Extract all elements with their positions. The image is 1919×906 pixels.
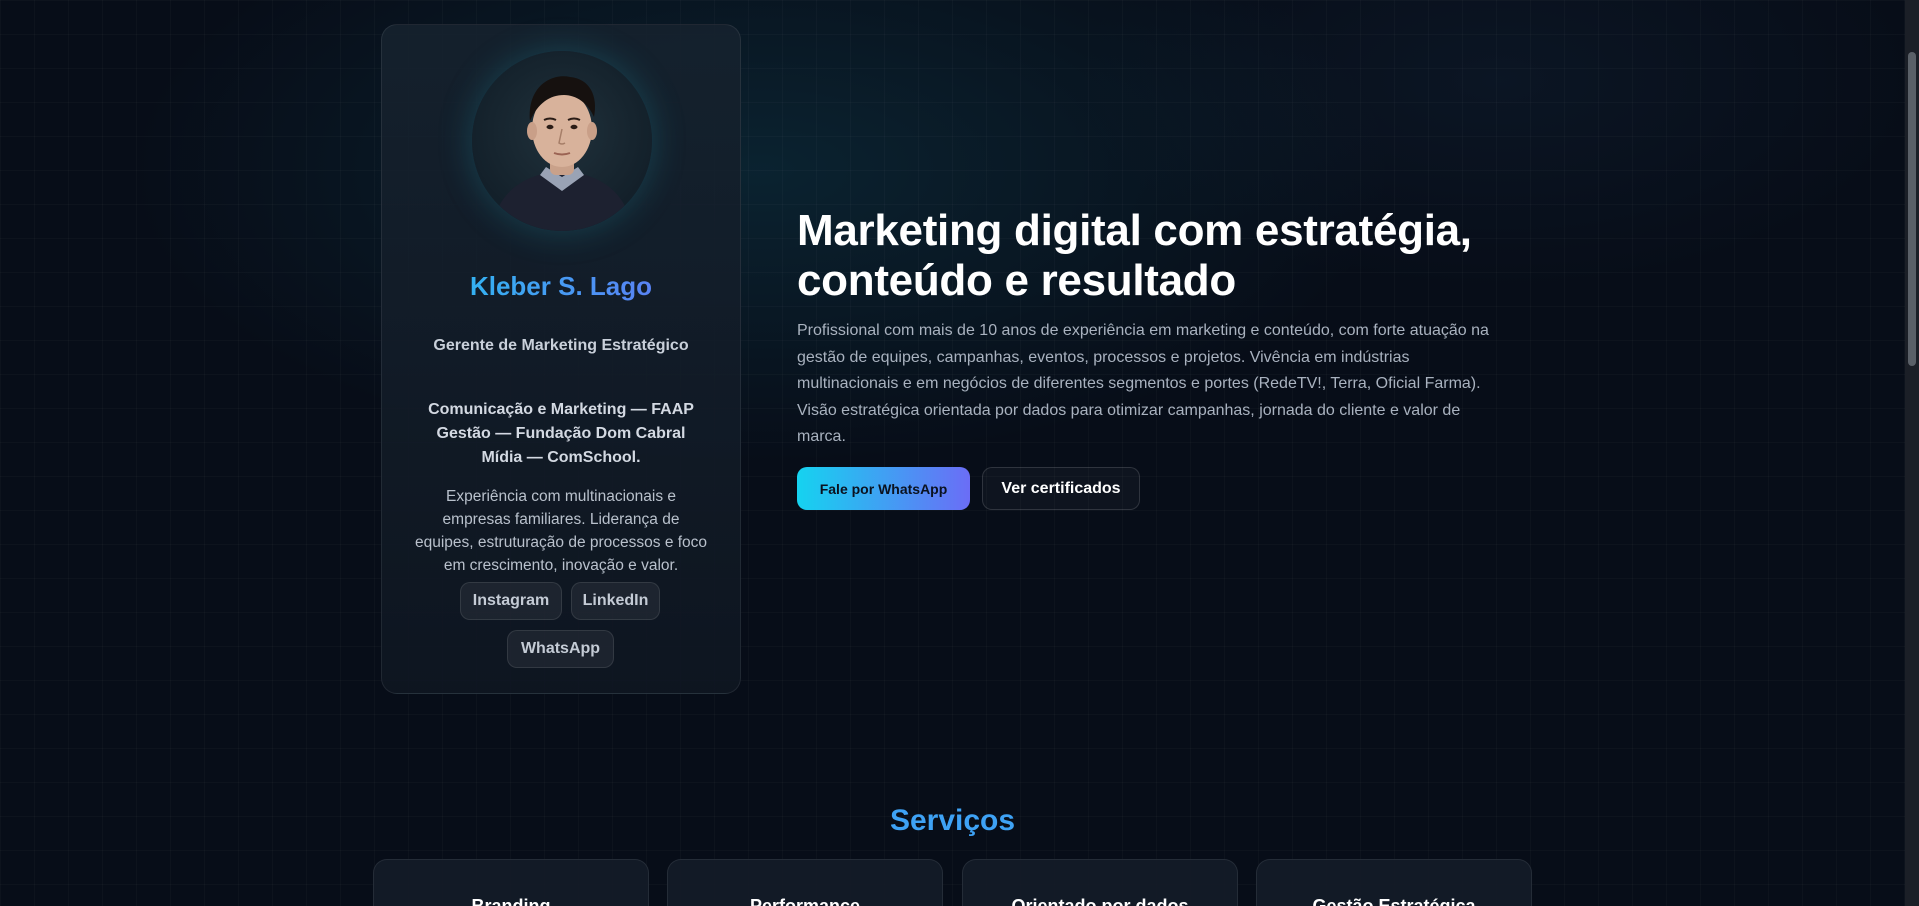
service-card-title: Gestão Estratégica: [1312, 896, 1476, 906]
vertical-scrollbar[interactable]: [1905, 0, 1919, 906]
education-item: Gestão — Fundação Dom Cabral: [436, 425, 686, 442]
hero-title-line: conteúdo e resultado: [797, 256, 1236, 305]
service-card-strategic-management[interactable]: Gestão Estratégica: [1256, 859, 1532, 906]
service-card-title: Branding: [471, 896, 551, 906]
profile-role: Gerente de Marketing Estratégico: [433, 337, 689, 354]
page: Kleber S. Lago Gerente de Marketing Estr…: [0, 0, 1900, 906]
whatsapp-cta-button[interactable]: Fale por WhatsApp: [797, 467, 970, 510]
profile-name: Kleber S. Lago: [382, 271, 740, 302]
instagram-link[interactable]: Instagram: [460, 582, 562, 620]
avatar-portrait: [492, 76, 632, 231]
education-list: Comunicação e Marketing — FAAP Gestão — …: [402, 398, 720, 470]
hero-title-line: Marketing digital com estratégia,: [797, 206, 1472, 255]
profile-card: Kleber S. Lago Gerente de Marketing Estr…: [381, 24, 741, 694]
service-card-title: Performance: [749, 896, 861, 906]
linkedin-link[interactable]: LinkedIn: [571, 582, 660, 620]
education-item: Comunicação e Marketing — FAAP: [428, 401, 694, 418]
education-item: Mídia — ComSchool.: [481, 449, 641, 466]
avatar: [472, 51, 652, 231]
hero-title: Marketing digital com estratégia, conteú…: [797, 206, 1517, 306]
service-card-branding[interactable]: Branding: [373, 859, 649, 906]
hero-description: Profissional com mais de 10 anos de expe…: [797, 322, 1489, 445]
scrollbar-thumb[interactable]: [1908, 52, 1916, 366]
profile-bio: Experiência com multinacionais e empresa…: [414, 488, 708, 574]
whatsapp-link[interactable]: WhatsApp: [507, 630, 614, 668]
service-card-performance[interactable]: Performance: [667, 859, 943, 906]
service-card-data-driven[interactable]: Orientado por dados: [962, 859, 1238, 906]
services-title: Serviços: [889, 804, 1016, 837]
certificates-button[interactable]: Ver certificados: [982, 467, 1140, 510]
service-card-title: Orientado por dados: [1011, 896, 1189, 906]
